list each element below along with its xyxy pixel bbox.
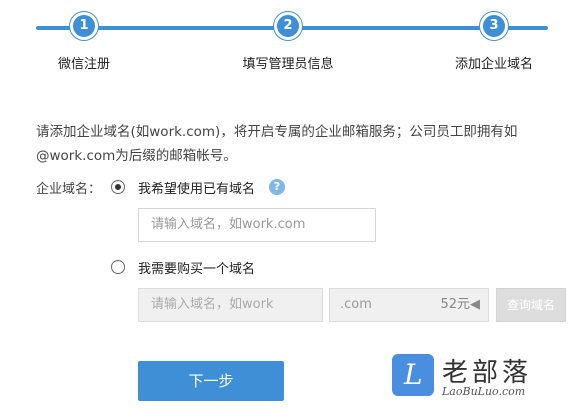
step-2-label: 填写管理员信息 — [242, 57, 334, 72]
domain-suffix: .com — [340, 297, 372, 312]
step-2: 2 填写管理员信息 — [218, 12, 358, 72]
description-line-1: 请添加企业域名(如work.com)，将开启专属的企业邮箱服务；公司员工即拥有如 — [36, 124, 518, 140]
next-button[interactable]: 下一步 — [138, 361, 284, 401]
option-buy-label[interactable]: 我需要购买一个域名 — [138, 258, 255, 277]
step-1: 1 微信注册 — [14, 12, 154, 72]
step-3-label: 添加企业域名 — [454, 57, 533, 72]
watermark-logo-letter: L — [404, 358, 423, 391]
progress-stepper: 1 微信注册 2 填写管理员信息 3 添加企业域名 — [0, 0, 588, 80]
step-1-number: 1 — [70, 12, 98, 40]
domain-label: 企业域名： — [36, 182, 102, 197]
description-line-2: @work.com为后缀的邮箱帐号。 — [36, 148, 237, 164]
radio-existing-domain[interactable] — [111, 180, 125, 194]
step-3-number: 3 — [480, 12, 508, 40]
buy-domain-input[interactable]: 请输入域名，如work — [138, 288, 323, 322]
option-existing-label[interactable]: 我希望使用已有域名 — [138, 178, 255, 197]
existing-domain-input[interactable]: 请输入域名，如work.com — [138, 208, 376, 242]
step-2-number: 2 — [274, 12, 302, 40]
step-3: 3 添加企业域名 — [424, 12, 564, 72]
watermark-logo-icon: L — [392, 354, 434, 396]
domain-suffix-select[interactable]: .com 52元◀ — [329, 288, 489, 322]
watermark: L 老部落 LaoBuLuo.com — [392, 354, 582, 404]
domain-price: 52元◀ — [440, 297, 480, 312]
step-1-label: 微信注册 — [57, 57, 110, 72]
query-domain-button[interactable]: 查询域名 — [496, 288, 566, 322]
question-icon[interactable]: ? — [269, 179, 285, 195]
watermark-title: 老部落 — [442, 358, 533, 388]
description-text: 请添加企业域名(如work.com)，将开启专属的企业邮箱服务；公司员工即拥有如… — [36, 120, 576, 168]
radio-buy-domain[interactable] — [111, 260, 125, 274]
watermark-url: LaoBuLuo.com — [442, 385, 526, 398]
